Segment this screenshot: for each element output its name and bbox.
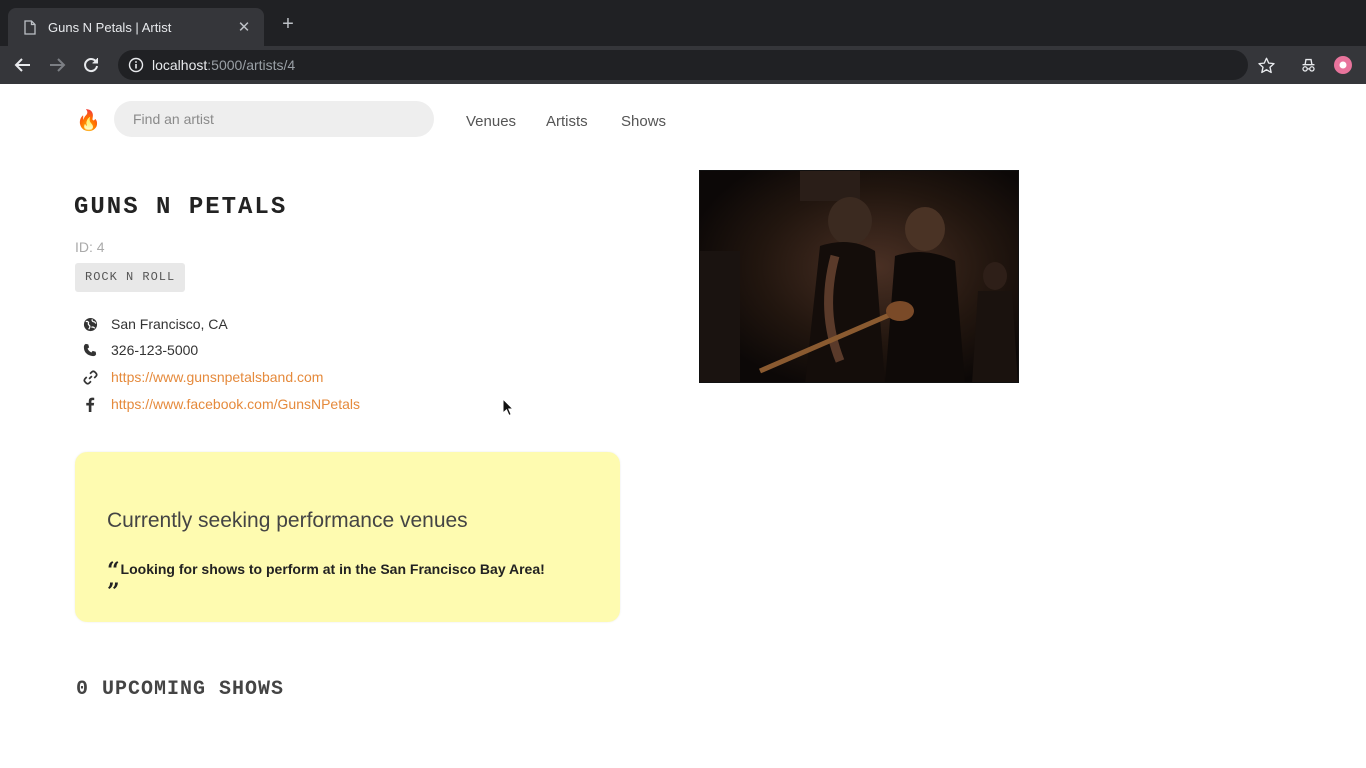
upcoming-shows-heading: 0 UPCOMING SHOWS <box>76 678 285 701</box>
new-tab-button[interactable]: + <box>278 14 298 34</box>
fire-logo-icon[interactable]: 🔥 <box>76 110 101 132</box>
reload-button[interactable] <box>80 54 102 76</box>
search-input[interactable] <box>114 101 434 137</box>
browser-tab[interactable]: Guns N Petals | Artist ✕ <box>8 8 264 46</box>
nav-link-shows[interactable]: Shows <box>621 113 666 130</box>
artist-facebook-link[interactable]: https://www.facebook.com/GunsNPetals <box>111 396 360 412</box>
artist-id: ID: 4 <box>75 239 105 255</box>
browser-toolbar: localhost:5000/artists/4 <box>0 46 1366 84</box>
link-icon <box>82 369 98 385</box>
mouse-cursor-icon <box>502 398 514 417</box>
nav-link-artists[interactable]: Artists <box>546 113 588 130</box>
artist-image <box>699 170 1019 383</box>
artist-website-link[interactable]: https://www.gunsnpetalsband.com <box>111 369 323 385</box>
reload-icon <box>84 58 98 73</box>
arrow-right-icon <box>50 58 66 72</box>
tab-title: Guns N Petals | Artist <box>48 19 172 35</box>
avatar <box>1334 56 1352 74</box>
browser-tab-bar: Guns N Petals | Artist ✕ + <box>0 0 1366 46</box>
seeking-venues-panel: Currently seeking performance venues “ L… <box>75 452 620 622</box>
city-row: San Francisco, CA <box>82 314 228 334</box>
star-icon <box>1257 57 1275 73</box>
phone-row: 326-123-5000 <box>82 340 198 360</box>
url-path: :5000/artists/4 <box>207 57 296 73</box>
globe-icon <box>82 316 98 332</box>
band-photo-illustration <box>700 171 1018 382</box>
incognito-extension-button[interactable] <box>1298 54 1318 76</box>
genre-tag: ROCK N ROLL <box>75 263 186 292</box>
phone-icon <box>82 342 98 358</box>
artist-phone: 326-123-5000 <box>111 342 199 358</box>
website-row: https://www.gunsnpetalsband.com <box>82 367 323 387</box>
arrow-left-icon <box>14 58 30 72</box>
url-host: localhost <box>152 57 208 73</box>
profile-avatar-icon <box>1339 61 1347 69</box>
back-button[interactable] <box>12 54 34 76</box>
info-icon[interactable] <box>128 57 144 73</box>
page-icon <box>24 19 36 35</box>
artist-city: San Francisco, CA <box>111 316 228 332</box>
close-tab-icon[interactable]: ✕ <box>236 18 252 36</box>
artist-page: 🔥 Venues Artists Shows GUNS N PETALS ID:… <box>0 84 1366 768</box>
facebook-icon <box>82 396 98 412</box>
address-bar[interactable]: localhost:5000/artists/4 <box>118 50 1248 80</box>
quote-right-icon: ” <box>107 579 120 605</box>
artist-name: GUNS N PETALS <box>74 194 288 221</box>
profile-button[interactable] <box>1333 54 1353 76</box>
seeking-heading: Currently seeking performance venues <box>107 509 468 532</box>
forward-button[interactable] <box>46 54 68 76</box>
nav-link-venues[interactable]: Venues <box>466 113 516 130</box>
spy-icon <box>1301 58 1315 72</box>
seeking-quote-text: Looking for shows to perform at in the S… <box>120 561 545 577</box>
facebook-row: https://www.facebook.com/GunsNPetals <box>82 394 360 414</box>
seeking-description: “ Looking for shows to perform at in the… <box>107 559 597 603</box>
bookmark-button[interactable] <box>1256 54 1276 76</box>
